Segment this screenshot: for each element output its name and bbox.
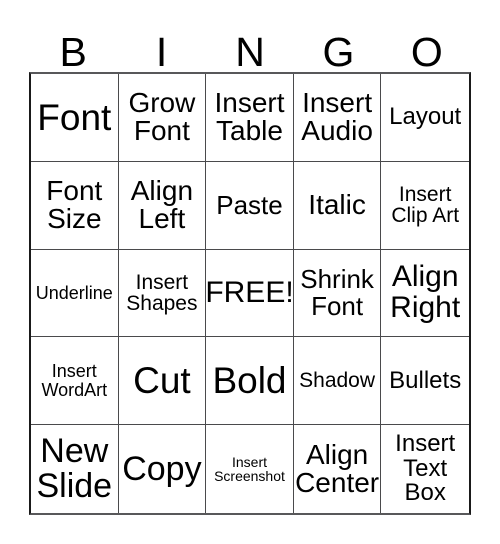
- bingo-cell-label: Align Right: [390, 260, 461, 324]
- bingo-header-letter-b: B: [59, 28, 87, 75]
- bingo-cell-label: Insert Table: [214, 86, 285, 147]
- bingo-cell-b2[interactable]: Font Size: [31, 161, 119, 250]
- bingo-cell-label: Layout: [389, 103, 462, 131]
- bingo-cell-g1[interactable]: Insert Audio: [293, 74, 382, 162]
- bingo-cell-label: Insert Shapes: [126, 270, 198, 315]
- bingo-cell-b3[interactable]: Underline: [31, 249, 119, 338]
- bingo-cell-o1[interactable]: Layout: [381, 74, 469, 162]
- bingo-header-letter-o: O: [410, 28, 443, 75]
- bingo-cell-b4[interactable]: Insert WordArt: [31, 337, 119, 426]
- bingo-cell-label: Shrink Font: [300, 264, 374, 321]
- bingo-cell-n5[interactable]: Insert Screenshot: [206, 425, 294, 513]
- bingo-cell-label: Cut: [133, 359, 191, 401]
- bingo-cell-label: Insert Text Box: [395, 430, 456, 507]
- bingo-cell-label: Paste: [216, 189, 283, 220]
- bingo-cell-label: Align Center: [295, 438, 380, 499]
- bingo-cell-i2[interactable]: Align Left: [118, 161, 207, 250]
- bingo-header-row: B I N G O: [29, 22, 471, 72]
- bingo-cell-g5[interactable]: Align Center: [293, 425, 382, 513]
- bingo-cell-i4[interactable]: Cut: [118, 337, 207, 426]
- bingo-cell-i5[interactable]: Copy: [118, 425, 207, 513]
- bingo-cell-g3[interactable]: Shrink Font: [293, 249, 382, 338]
- bingo-cell-label: Underline: [35, 282, 113, 303]
- bingo-cell-label: Align Left: [130, 174, 194, 235]
- bingo-cell-label: Insert Screenshot: [214, 453, 285, 485]
- bingo-header-letter-i: I: [155, 28, 168, 75]
- bingo-cell-g4[interactable]: Shadow: [293, 337, 382, 426]
- bingo-cell-n2[interactable]: Paste: [206, 161, 294, 250]
- bingo-cell-b5[interactable]: New Slide: [31, 425, 119, 513]
- bingo-cell-n1[interactable]: Insert Table: [206, 74, 294, 162]
- bingo-cell-o4[interactable]: Bullets: [381, 337, 469, 426]
- bingo-cell-o5[interactable]: Insert Text Box: [381, 425, 469, 513]
- bingo-header-letter-g: G: [322, 28, 355, 75]
- bingo-cell-label: Bullets: [389, 366, 462, 394]
- bingo-grid: Font Grow Font Insert Table Insert Audio…: [29, 72, 471, 515]
- bingo-card: B I N G O Font Grow Font Insert Table In…: [0, 0, 500, 544]
- bingo-cell-label: Insert Clip Art: [391, 182, 460, 228]
- bingo-cell-b1[interactable]: Font: [31, 74, 119, 162]
- bingo-cell-label: Italic: [308, 188, 366, 220]
- bingo-cell-label: Font: [37, 96, 112, 138]
- bingo-cell-g2[interactable]: Italic: [293, 161, 382, 250]
- bingo-cell-label: Insert Audio: [301, 86, 373, 147]
- bingo-cell-label: Grow Font: [128, 86, 196, 147]
- bingo-cell-n4[interactable]: Bold: [206, 337, 294, 426]
- bingo-free-space-label: FREE!: [206, 275, 294, 309]
- bingo-cell-i1[interactable]: Grow Font: [118, 74, 207, 162]
- bingo-cell-i3[interactable]: Insert Shapes: [118, 249, 207, 338]
- bingo-cell-free-space[interactable]: FREE!: [206, 249, 294, 338]
- bingo-cell-label: New Slide: [36, 432, 113, 506]
- bingo-cell-o2[interactable]: Insert Clip Art: [381, 161, 469, 250]
- bingo-cell-label: Bold: [212, 359, 287, 401]
- bingo-cell-label: Shadow: [299, 369, 376, 393]
- bingo-cell-label: Insert WordArt: [41, 361, 108, 400]
- bingo-cell-label: Font Size: [46, 174, 103, 235]
- bingo-cell-label: Copy: [122, 449, 202, 488]
- bingo-cell-o3[interactable]: Align Right: [381, 249, 469, 338]
- bingo-header-letter-n: N: [235, 28, 265, 75]
